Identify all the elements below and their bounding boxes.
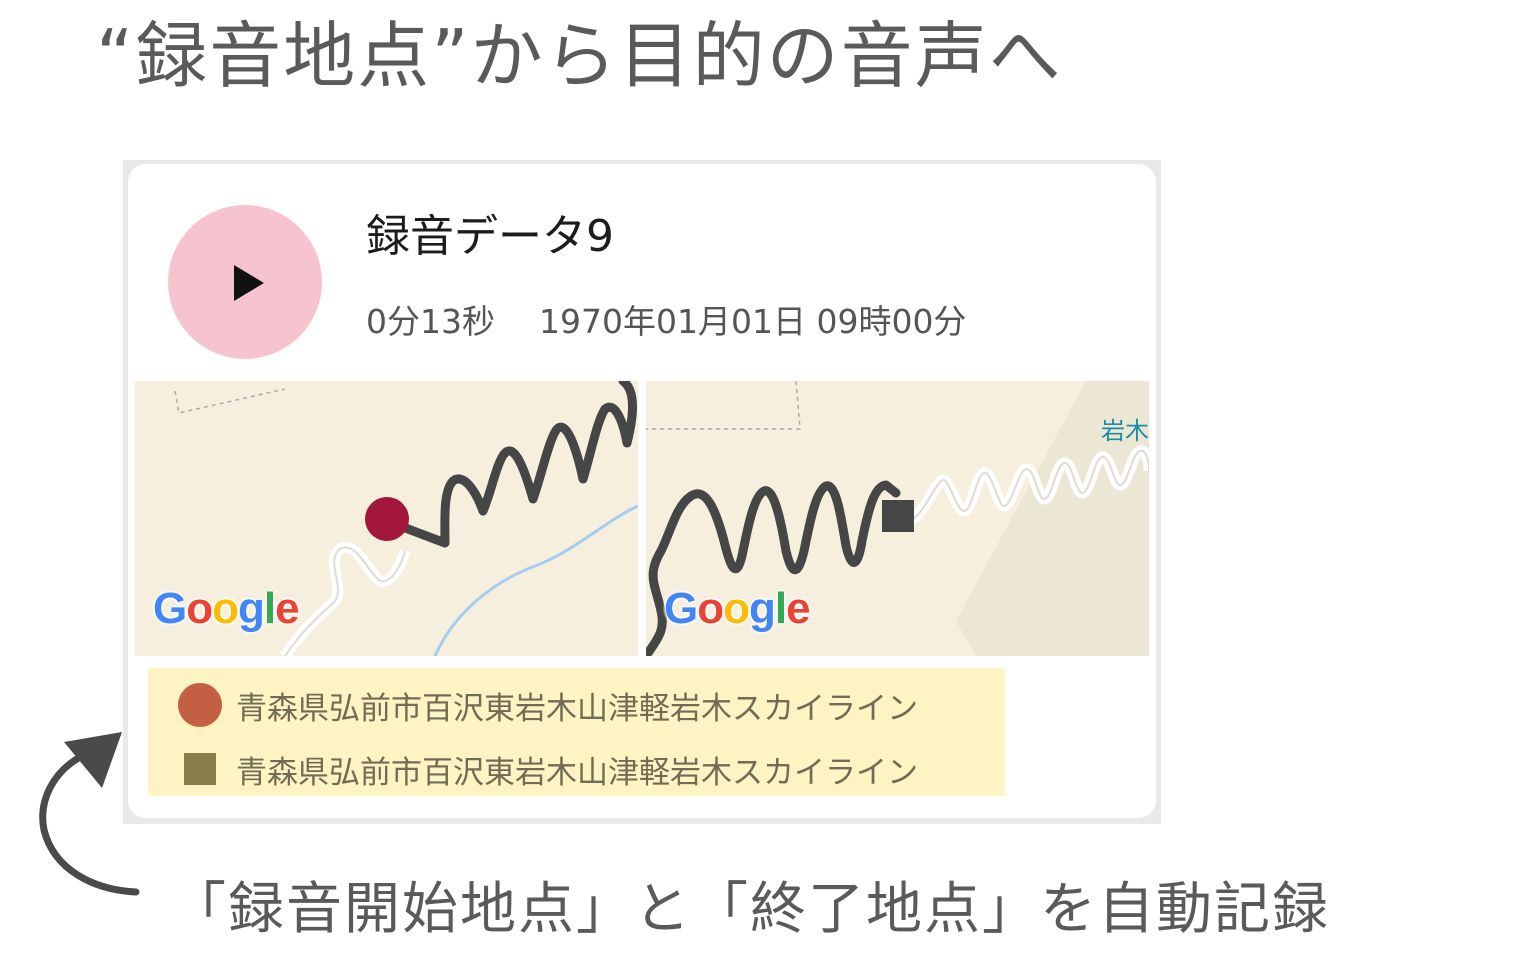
- feature-caption: 「録音開始地点」と「終了地点」を自動記録: [170, 877, 1330, 942]
- curved-arrow-icon: [39, 732, 140, 896]
- location-address-box: 青森県弘前市百沢東岩木山津軽岩木スカイライン 青森県弘前市百沢東岩木山津軽岩木ス…: [148, 668, 1005, 796]
- recording-card[interactable]: 録音データ9 0分13秒 1970年01月01日 09時00分 Google 岩…: [128, 164, 1156, 818]
- google-logo: Google: [664, 584, 811, 633]
- start-marker-icon: [365, 497, 409, 541]
- square-marker-icon: [178, 747, 222, 791]
- circle-marker-icon: [178, 683, 222, 727]
- start-location-row: 青森県弘前市百沢東岩木山津軽岩木スカイライン: [178, 680, 918, 730]
- recording-duration: 0分13秒: [366, 302, 495, 341]
- recording-meta: 0分13秒 1970年01月01日 09時00分: [366, 294, 966, 350]
- recording-datetime: 1970年01月01日 09時00分: [539, 302, 967, 341]
- start-address: 青森県弘前市百沢東岩木山津軽岩木スカイライン: [236, 690, 918, 727]
- start-location-map[interactable]: Google: [135, 381, 638, 656]
- end-location-map[interactable]: 岩木 Google: [646, 381, 1149, 656]
- google-logo: Google: [153, 584, 300, 633]
- play-button[interactable]: [168, 205, 322, 359]
- map-place-label: 岩木: [1101, 417, 1149, 445]
- end-location-row: 青森県弘前市百沢東岩木山津軽岩木スカイライン: [178, 744, 918, 794]
- play-icon: [234, 265, 264, 301]
- recording-title: 録音データ9: [366, 211, 614, 262]
- end-marker-icon: [882, 500, 914, 532]
- end-address: 青森県弘前市百沢東岩木山津軽岩木スカイライン: [236, 754, 918, 791]
- headline: “録音地点”から目的の音声へ: [96, 14, 1063, 98]
